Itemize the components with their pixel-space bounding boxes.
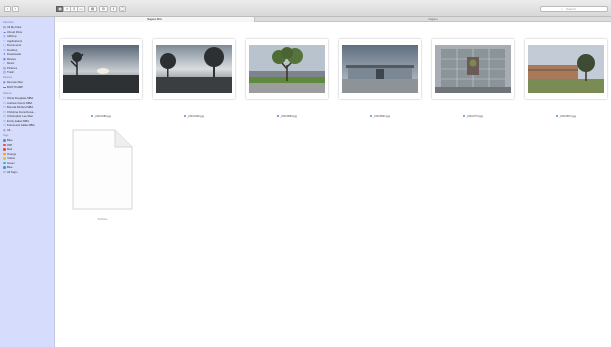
action-button[interactable]: ⚙ [99, 6, 108, 12]
back-button[interactable]: ‹ [4, 6, 11, 12]
sidebar-header-tags: Tags [3, 134, 9, 137]
photo-image [156, 45, 232, 93]
photo-image [528, 45, 604, 93]
blank-document-icon [72, 129, 133, 210]
file-thumbnail[interactable] [246, 39, 328, 99]
sidebar-header-devices: Devices [3, 76, 13, 79]
sidebar-item-shared-4[interactable]: ▭Christopher Lee Mac [3, 114, 53, 118]
chevron-left-icon: ‹ [6, 7, 9, 11]
sidebar-item-remote-disc[interactable]: ◉Remote Disc [3, 80, 53, 84]
tag-dot-icon [3, 161, 6, 165]
document-file-icon[interactable] [71, 128, 134, 211]
sidebar-item-movies[interactable]: ▣Movies [3, 57, 53, 61]
sidebar-tag-1[interactable]: WIP [3, 143, 53, 147]
document-file-name[interactable]: All Done [71, 218, 134, 221]
chevron-right-icon: › [14, 7, 17, 11]
tag-dot-icon [370, 115, 373, 118]
sidebar-item-trash[interactable]: ▥Trash [3, 70, 53, 74]
sidebar-item-desktop[interactable]: ▭Desktop [3, 48, 53, 52]
file-thumbnail[interactable] [153, 39, 235, 99]
tag-dot-icon [3, 143, 6, 147]
sidebar-tag-0[interactable]: Blue [3, 138, 53, 142]
file-thumbnail[interactable] [339, 39, 421, 99]
photo-image [342, 45, 418, 93]
tag-dot-icon [3, 148, 6, 151]
sidebar-item-pictures[interactable]: ▨Pictures [3, 66, 53, 70]
file-browser-content: _DSC0182.jpg _DSC0162.jpg _DSC0663.jpg _… [55, 22, 611, 347]
file-name[interactable]: _DSC0774.jpg [433, 115, 513, 118]
file-thumbnail[interactable] [525, 39, 607, 99]
file-name[interactable]: _DSC0182.jpg [61, 115, 141, 118]
sidebar-item-applications[interactable]: ✧Applications [3, 39, 53, 43]
sidebar-header-favorites: Favorites [3, 21, 14, 24]
sidebar-tag-5[interactable]: Green [3, 161, 53, 165]
sidebar-item-downloads[interactable]: ⬇Downloads [3, 52, 53, 56]
tag-dot-icon [277, 115, 280, 118]
sidebar-tag-6[interactable]: Blue [3, 165, 53, 169]
finder-toolbar: ‹ › ▦ ≡ ⦀ ▭ ▤ ⚙ ⇪ ◯ ⌕ Search [0, 0, 611, 17]
tag-dot-icon [463, 115, 466, 118]
photo-image [63, 45, 139, 93]
sidebar-item-shared-all[interactable]: ◍All... [3, 128, 53, 132]
tag-icon: ◯ [120, 7, 125, 11]
sidebar-item-shared-1[interactable]: ▭Andrew Cicero MBA [3, 101, 53, 105]
tag-dot-icon [3, 139, 6, 142]
search-placeholder: Search [566, 7, 576, 11]
sidebar-item-documents[interactable]: ▢Documents [3, 43, 53, 47]
sidebar-item-bootcamp[interactable]: ▬BOOTCAMP [3, 85, 53, 89]
sidebar-tag-2[interactable]: Red [3, 147, 53, 151]
arrange-icon: ▤ [90, 7, 95, 11]
sidebar-item-airdrop[interactable]: ◎AirDrop [3, 34, 53, 38]
sidebar-tag-all[interactable]: All Tags... [3, 170, 53, 174]
arrange-button[interactable]: ▤ [88, 6, 97, 12]
sidebar-tag-3[interactable]: Orange [3, 152, 53, 156]
sidebar-item-shared-3[interactable]: ▭Christina Konschewa... [3, 110, 53, 114]
sidebar-item-icloud-drive[interactable]: ☁iCloud Drive [3, 30, 53, 34]
file-name[interactable]: _DSC0671.jpg [526, 115, 606, 118]
sidebar-item-shared-5[interactable]: ▭Emily-Isabel MBA [3, 119, 53, 123]
gallery-view-button[interactable]: ▭ [77, 6, 85, 12]
tag-dot-icon [3, 166, 6, 169]
search-icon: ⌕ [561, 7, 563, 11]
sidebar: Favorites ▤All My Files ☁iCloud Drive ◎A… [0, 17, 55, 347]
sidebar-item-all-my-files[interactable]: ▤All My Files [3, 25, 53, 29]
file-name[interactable]: _DSC0663.jpg [247, 115, 327, 118]
tag-dot-icon [3, 170, 6, 174]
share-button[interactable]: ⇪ [110, 6, 117, 12]
file-thumbnail[interactable] [60, 39, 142, 99]
forward-button[interactable]: › [12, 6, 19, 12]
tag-dot-icon [556, 115, 559, 118]
sidebar-tag-4[interactable]: Yellow [3, 156, 53, 160]
sidebar-item-shared-0[interactable]: ▭Olivia Douglass MBA [3, 96, 53, 100]
sidebar-header-shared: Shared [3, 92, 12, 95]
file-name[interactable]: _DSC0641.jpg [340, 115, 420, 118]
photo-image [249, 45, 325, 93]
photo-image [435, 45, 511, 93]
file-name[interactable]: _DSC0162.jpg [154, 115, 234, 118]
sidebar-item-shared-2[interactable]: ▭Brenda Richard MBA [3, 105, 53, 109]
tag-dot-icon [184, 115, 187, 118]
share-icon: ⇪ [112, 7, 115, 11]
sidebar-item-shared-6[interactable]: ▭Francesca Salas MBA [3, 123, 53, 127]
search-field[interactable]: ⌕ Search [540, 6, 608, 12]
tag-dot-icon [91, 115, 94, 118]
tag-dot-icon [3, 157, 6, 160]
gallery-icon: ▭ [79, 7, 83, 11]
tag-dot-icon [3, 152, 6, 156]
sidebar-item-music[interactable]: ♪ Music [3, 61, 53, 65]
gear-icon: ⚙ [101, 7, 106, 11]
tags-button[interactable]: ◯ [119, 6, 126, 12]
file-thumbnail[interactable] [432, 39, 514, 99]
